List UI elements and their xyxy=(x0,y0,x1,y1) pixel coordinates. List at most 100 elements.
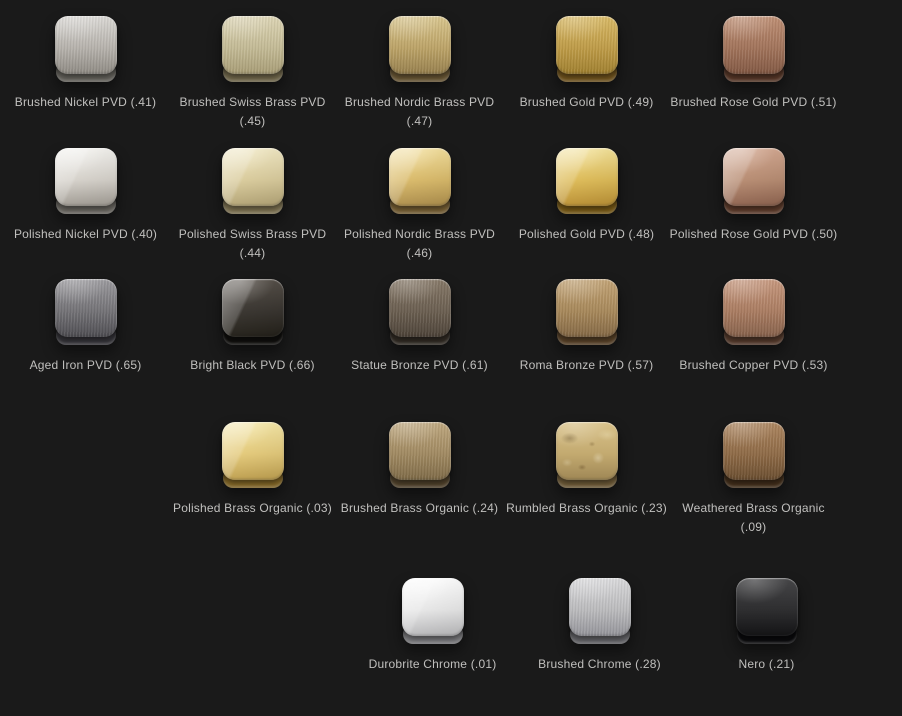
finish-swatch xyxy=(55,16,117,82)
finish-label: Brushed Nickel PVD (.41) xyxy=(15,93,157,112)
finish-swatch xyxy=(736,578,798,644)
finish-label-line1: Brushed Chrome (.28) xyxy=(538,655,661,674)
finish-label-line1: Statue Bronze PVD (.61) xyxy=(351,356,488,375)
finish-label-line2: (.45) xyxy=(180,112,326,131)
finish-swatch xyxy=(389,422,451,488)
finish-swatch xyxy=(389,279,451,345)
finish-card-bright-black-pvd[interactable]: Bright Black PVD (.66) xyxy=(169,279,336,375)
finish-card-polished-gold-pvd[interactable]: Polished Gold PVD (.48) xyxy=(503,148,670,244)
finish-label-line1: Polished Gold PVD (.48) xyxy=(519,225,654,244)
swatch-face xyxy=(389,422,451,480)
finish-label-line1: Brushed Rose Gold PVD (.51) xyxy=(670,93,836,112)
finish-label: Bright Black PVD (.66) xyxy=(190,356,314,375)
swatch-face xyxy=(55,148,117,206)
finish-label: Polished Rose Gold PVD (.50) xyxy=(670,225,838,244)
finish-swatch xyxy=(222,422,284,488)
finish-swatch xyxy=(222,148,284,214)
finish-card-polished-rose-gold-pvd[interactable]: Polished Rose Gold PVD (.50) xyxy=(670,148,837,244)
finish-card-brushed-brass-organic[interactable]: Brushed Brass Organic (.24) xyxy=(336,422,503,518)
finish-card-durobrite-chrome[interactable]: Durobrite Chrome (.01) xyxy=(349,578,516,674)
finish-label: Weathered Brass Organic (.09) xyxy=(682,499,824,537)
finish-label-line2: (.46) xyxy=(344,244,495,263)
finish-card-nero[interactable]: Nero (.21) xyxy=(683,578,850,674)
swatch-face xyxy=(556,422,618,480)
swatch-face xyxy=(55,16,117,74)
finish-row: Brushed Nickel PVD (.41) Brushed Swiss B… xyxy=(0,16,902,131)
finish-swatch xyxy=(723,279,785,345)
swatch-face xyxy=(222,279,284,337)
swatch-face xyxy=(222,148,284,206)
finish-swatch xyxy=(222,16,284,82)
finish-card-polished-swiss-brass-pvd[interactable]: Polished Swiss Brass PVD (.44) xyxy=(169,148,336,263)
finish-label-line1: Rumbled Brass Organic (.23) xyxy=(506,499,667,518)
finish-swatch xyxy=(723,16,785,82)
finish-card-polished-brass-organic[interactable]: Polished Brass Organic (.03) xyxy=(169,422,336,518)
swatch-face xyxy=(723,16,785,74)
finish-swatch xyxy=(723,148,785,214)
finish-label: Polished Swiss Brass PVD (.44) xyxy=(179,225,327,263)
finish-row: Polished Nickel PVD (.40) Polished Swiss… xyxy=(0,148,902,263)
finish-label-line1: Bright Black PVD (.66) xyxy=(190,356,314,375)
finish-label: Brushed Copper PVD (.53) xyxy=(679,356,827,375)
finish-label-line1: Brushed Copper PVD (.53) xyxy=(679,356,827,375)
finish-swatch xyxy=(569,578,631,644)
swatch-face xyxy=(222,422,284,480)
swatch-face xyxy=(736,578,798,636)
finish-swatch xyxy=(389,16,451,82)
finish-label-line2: (.44) xyxy=(179,244,327,263)
finish-label: Polished Nickel PVD (.40) xyxy=(14,225,157,244)
finish-label: Roma Bronze PVD (.57) xyxy=(520,356,654,375)
finish-label-line1: Polished Rose Gold PVD (.50) xyxy=(670,225,838,244)
finish-card-brushed-swiss-brass-pvd[interactable]: Brushed Swiss Brass PVD (.45) xyxy=(169,16,336,131)
finish-card-brushed-copper-pvd[interactable]: Brushed Copper PVD (.53) xyxy=(670,279,837,375)
finish-label: Polished Brass Organic (.03) xyxy=(173,499,332,518)
finish-label-line2: (.47) xyxy=(345,112,495,131)
finish-card-brushed-rose-gold-pvd[interactable]: Brushed Rose Gold PVD (.51) xyxy=(670,16,837,112)
finish-label: Brushed Swiss Brass PVD (.45) xyxy=(180,93,326,131)
finish-card-statue-bronze-pvd[interactable]: Statue Bronze PVD (.61) xyxy=(336,279,503,375)
finish-label-line1: Brushed Nickel PVD (.41) xyxy=(15,93,157,112)
finish-label-line1: Weathered Brass Organic xyxy=(682,499,824,518)
finish-card-weathered-brass-organic[interactable]: Weathered Brass Organic (.09) xyxy=(670,422,837,537)
finish-label: Brushed Rose Gold PVD (.51) xyxy=(670,93,836,112)
swatch-face xyxy=(556,148,618,206)
finish-swatch xyxy=(389,148,451,214)
finish-swatch xyxy=(556,279,618,345)
finish-label-line1: Polished Brass Organic (.03) xyxy=(173,499,332,518)
finish-card-brushed-chrome[interactable]: Brushed Chrome (.28) xyxy=(516,578,683,674)
swatch-face xyxy=(222,16,284,74)
finish-label-line1: Polished Nordic Brass PVD xyxy=(344,225,495,244)
finish-label-line1: Roma Bronze PVD (.57) xyxy=(520,356,654,375)
finish-row: Polished Brass Organic (.03) Brushed Bra… xyxy=(0,422,902,537)
finish-label: Statue Bronze PVD (.61) xyxy=(351,356,488,375)
finish-label-line1: Polished Swiss Brass PVD xyxy=(179,225,327,244)
finish-label-line1: Durobrite Chrome (.01) xyxy=(369,655,497,674)
finish-card-brushed-gold-pvd[interactable]: Brushed Gold PVD (.49) xyxy=(503,16,670,112)
finish-swatch xyxy=(222,279,284,345)
finish-swatch xyxy=(402,578,464,644)
finish-swatch xyxy=(556,422,618,488)
finish-swatch xyxy=(723,422,785,488)
finish-label-line1: Nero (.21) xyxy=(738,655,794,674)
finish-label-line1: Brushed Gold PVD (.49) xyxy=(520,93,654,112)
finish-label-line1: Brushed Swiss Brass PVD xyxy=(180,93,326,112)
finish-label: Polished Nordic Brass PVD (.46) xyxy=(344,225,495,263)
swatch-face xyxy=(556,16,618,74)
finish-card-rumbled-brass-organic[interactable]: Rumbled Brass Organic (.23) xyxy=(503,422,670,518)
finish-card-brushed-nickel-pvd[interactable]: Brushed Nickel PVD (.41) xyxy=(2,16,169,112)
finish-card-polished-nordic-brass-pvd[interactable]: Polished Nordic Brass PVD (.46) xyxy=(336,148,503,263)
finish-row: Durobrite Chrome (.01) Brushed Chrome (.… xyxy=(0,578,902,674)
finish-card-brushed-nordic-brass-pvd[interactable]: Brushed Nordic Brass PVD (.47) xyxy=(336,16,503,131)
finish-grid: Brushed Nickel PVD (.41) Brushed Swiss B… xyxy=(0,16,902,716)
finish-label-line1: Brushed Brass Organic (.24) xyxy=(341,499,498,518)
finish-row: Aged Iron PVD (.65) Bright Black PVD (.6… xyxy=(0,279,902,375)
finish-label: Brushed Nordic Brass PVD (.47) xyxy=(345,93,495,131)
finish-card-roma-bronze-pvd[interactable]: Roma Bronze PVD (.57) xyxy=(503,279,670,375)
finish-label: Aged Iron PVD (.65) xyxy=(30,356,142,375)
finish-card-aged-iron-pvd[interactable]: Aged Iron PVD (.65) xyxy=(2,279,169,375)
finish-label: Brushed Chrome (.28) xyxy=(538,655,661,674)
finish-label: Brushed Brass Organic (.24) xyxy=(341,499,498,518)
finish-label: Rumbled Brass Organic (.23) xyxy=(506,499,667,518)
finish-label-line2: (.09) xyxy=(682,518,824,537)
finish-card-polished-nickel-pvd[interactable]: Polished Nickel PVD (.40) xyxy=(2,148,169,244)
